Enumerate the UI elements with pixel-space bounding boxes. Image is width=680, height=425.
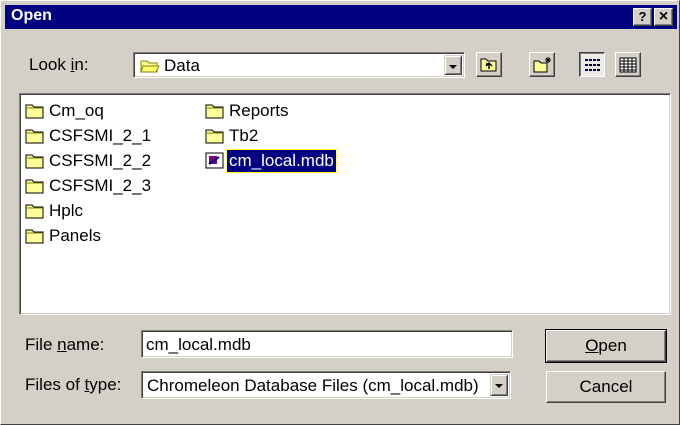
new-folder-icon — [533, 57, 551, 73]
dialog-title: Open — [11, 7, 52, 24]
up-one-level-button[interactable] — [476, 52, 502, 77]
database-file-icon — [205, 152, 224, 169]
item-name: Reports — [229, 101, 289, 120]
cancel-button[interactable]: Cancel — [546, 371, 666, 403]
help-button[interactable]: ? — [633, 8, 652, 26]
item-name: Cm_oq — [49, 101, 104, 120]
folder-open-icon — [140, 60, 160, 73]
list-view-button[interactable] — [579, 52, 605, 77]
look-in-label: Look in: — [29, 55, 89, 74]
file-type-dropdown-button[interactable] — [490, 374, 508, 396]
title-bar[interactable]: Open ? × — [5, 5, 677, 29]
chevron-down-icon — [495, 384, 503, 388]
chevron-down-icon — [449, 65, 457, 69]
create-new-folder-button[interactable] — [529, 52, 555, 77]
file-list[interactable]: Cm_oq CSFSMI_2_1 CSFSMI_2_2 CSFSMI_2_3 Hplc P… — [19, 93, 671, 315]
file-name-value: cm_local.mdb — [146, 335, 251, 354]
file-type-value: Chromeleon Database Files (cm_local.mdb) — [147, 376, 479, 395]
folder-icon — [205, 104, 224, 119]
folder-icon — [205, 129, 224, 144]
file-type-combo[interactable]: Chromeleon Database Files (cm_local.mdb) — [141, 371, 511, 399]
open-button-accel: O — [585, 336, 599, 355]
list-view-icon — [585, 59, 600, 71]
file-name-label: File name: — [25, 335, 105, 354]
file-name-input[interactable]: cm_local.mdb — [141, 330, 513, 358]
details-view-button[interactable] — [615, 52, 641, 77]
folder-icon — [25, 229, 44, 244]
open-dialog: Open ? × Look in: Data Cm_oq CSFSMI_2_1 … — [0, 0, 680, 425]
item-name: CSFSMI_2_2 — [49, 151, 152, 170]
item-name: Hplc — [49, 201, 84, 220]
close-button[interactable]: × — [654, 8, 673, 26]
folder-icon — [25, 129, 44, 144]
item-name: Tb2 — [229, 126, 259, 145]
open-button-label: pen — [598, 336, 627, 355]
item-name: CSFSMI_2_3 — [49, 176, 152, 195]
item-name: CSFSMI_2_1 — [49, 126, 152, 145]
details-view-icon — [619, 57, 637, 73]
file-type-label: Files of type: — [25, 375, 122, 394]
folder-icon — [25, 104, 44, 119]
folder-icon — [25, 204, 44, 219]
look-in-dropdown-button[interactable] — [444, 55, 462, 75]
folder-icon — [25, 179, 44, 194]
item-name: Panels — [49, 226, 101, 245]
open-button[interactable]: Open — [545, 329, 667, 363]
look-in-value: Data — [164, 56, 200, 75]
up-folder-icon — [480, 58, 497, 72]
item-name: cm_local.mdb — [226, 149, 337, 173]
look-in-combo[interactable]: Data — [133, 52, 465, 78]
folder-icon — [25, 154, 44, 169]
